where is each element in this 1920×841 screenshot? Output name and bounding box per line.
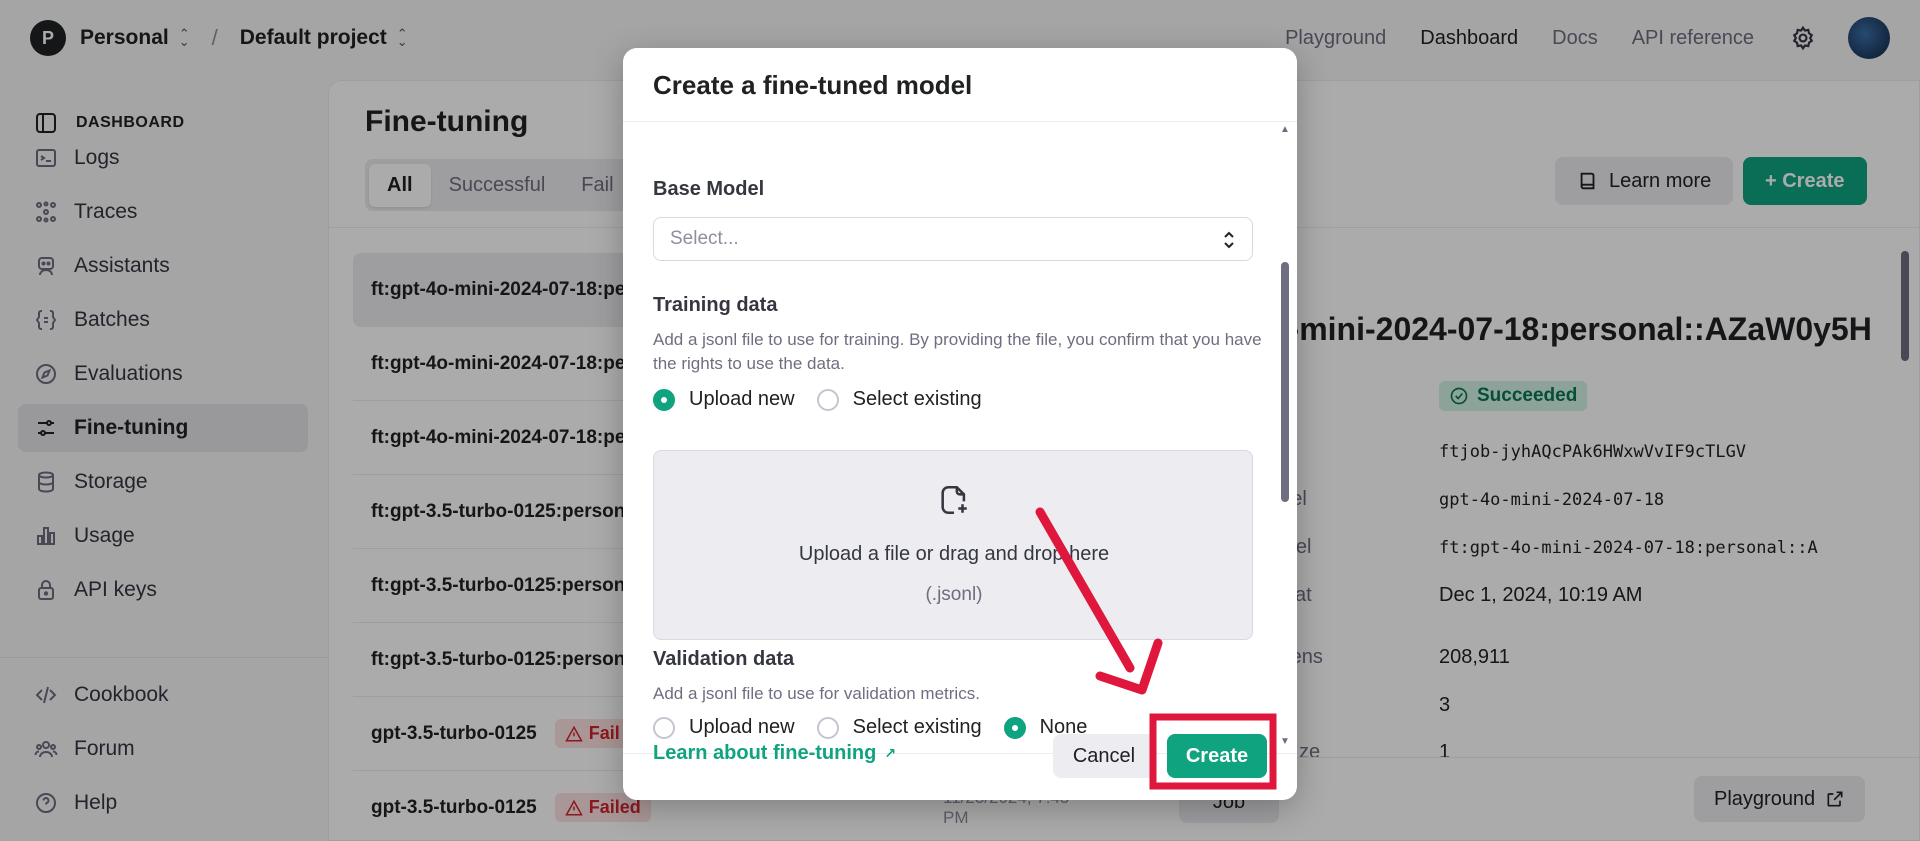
create-fine-tune-dialog: Create a fine-tuned model Base Model Sel… <box>623 48 1297 800</box>
validation-data-label: Validation data <box>653 648 795 670</box>
training-upload-new-radio[interactable]: Upload new <box>653 388 795 411</box>
radio-label: Upload new <box>689 388 795 410</box>
chevron-updown-icon <box>1224 231 1234 249</box>
create-submit-button[interactable]: Create <box>1167 734 1267 778</box>
training-data-label: Training data <box>653 294 778 316</box>
radio-label: Select existing <box>852 388 982 410</box>
validation-help-text: Add a jsonl file to use for validation m… <box>653 684 980 703</box>
radio-label: Select existing <box>852 716 982 738</box>
training-help-text: Add a jsonl file to use for training. By… <box>653 330 1262 373</box>
dialog-title: Create a fine-tuned model <box>653 70 973 100</box>
file-dropzone[interactable]: Upload a file or drag and drop here (.js… <box>653 450 1253 640</box>
scroll-down-icon[interactable]: ▼ <box>1280 736 1290 747</box>
dialog-header: Create a fine-tuned model <box>623 48 1297 122</box>
link-label: Learn about fine-tuning <box>653 742 877 764</box>
dropzone-filetype: (.jsonl) <box>925 584 983 605</box>
validation-source-group: Upload new Select existing None <box>653 716 1109 739</box>
dropzone-text: Upload a file or drag and drop here <box>798 543 1110 565</box>
base-model-select[interactable]: Select... <box>653 217 1253 261</box>
learn-fine-tuning-link[interactable]: Learn about fine-tuning ↗ <box>653 742 896 765</box>
cancel-button[interactable]: Cancel <box>1053 734 1155 778</box>
select-placeholder: Select... <box>670 228 739 249</box>
training-source-group: Upload new Select existing <box>653 388 1004 411</box>
dialog-body: Base Model Select... Training data Add a… <box>623 122 1297 754</box>
radio-label: Upload new <box>689 716 795 738</box>
arrow-up-right-icon: ↗ <box>884 745 897 761</box>
dialog-scrollbar[interactable]: ▲ ▼ <box>1279 124 1291 754</box>
training-select-existing-radio[interactable]: Select existing <box>816 388 982 411</box>
file-plus-icon <box>941 485 967 515</box>
base-model-label: Base Model <box>653 178 765 200</box>
scroll-up-icon[interactable]: ▲ <box>1280 124 1290 135</box>
validation-upload-new-radio[interactable]: Upload new <box>653 716 795 739</box>
validation-select-existing-radio[interactable]: Select existing <box>816 716 982 739</box>
scrollbar-thumb[interactable] <box>1281 262 1289 502</box>
